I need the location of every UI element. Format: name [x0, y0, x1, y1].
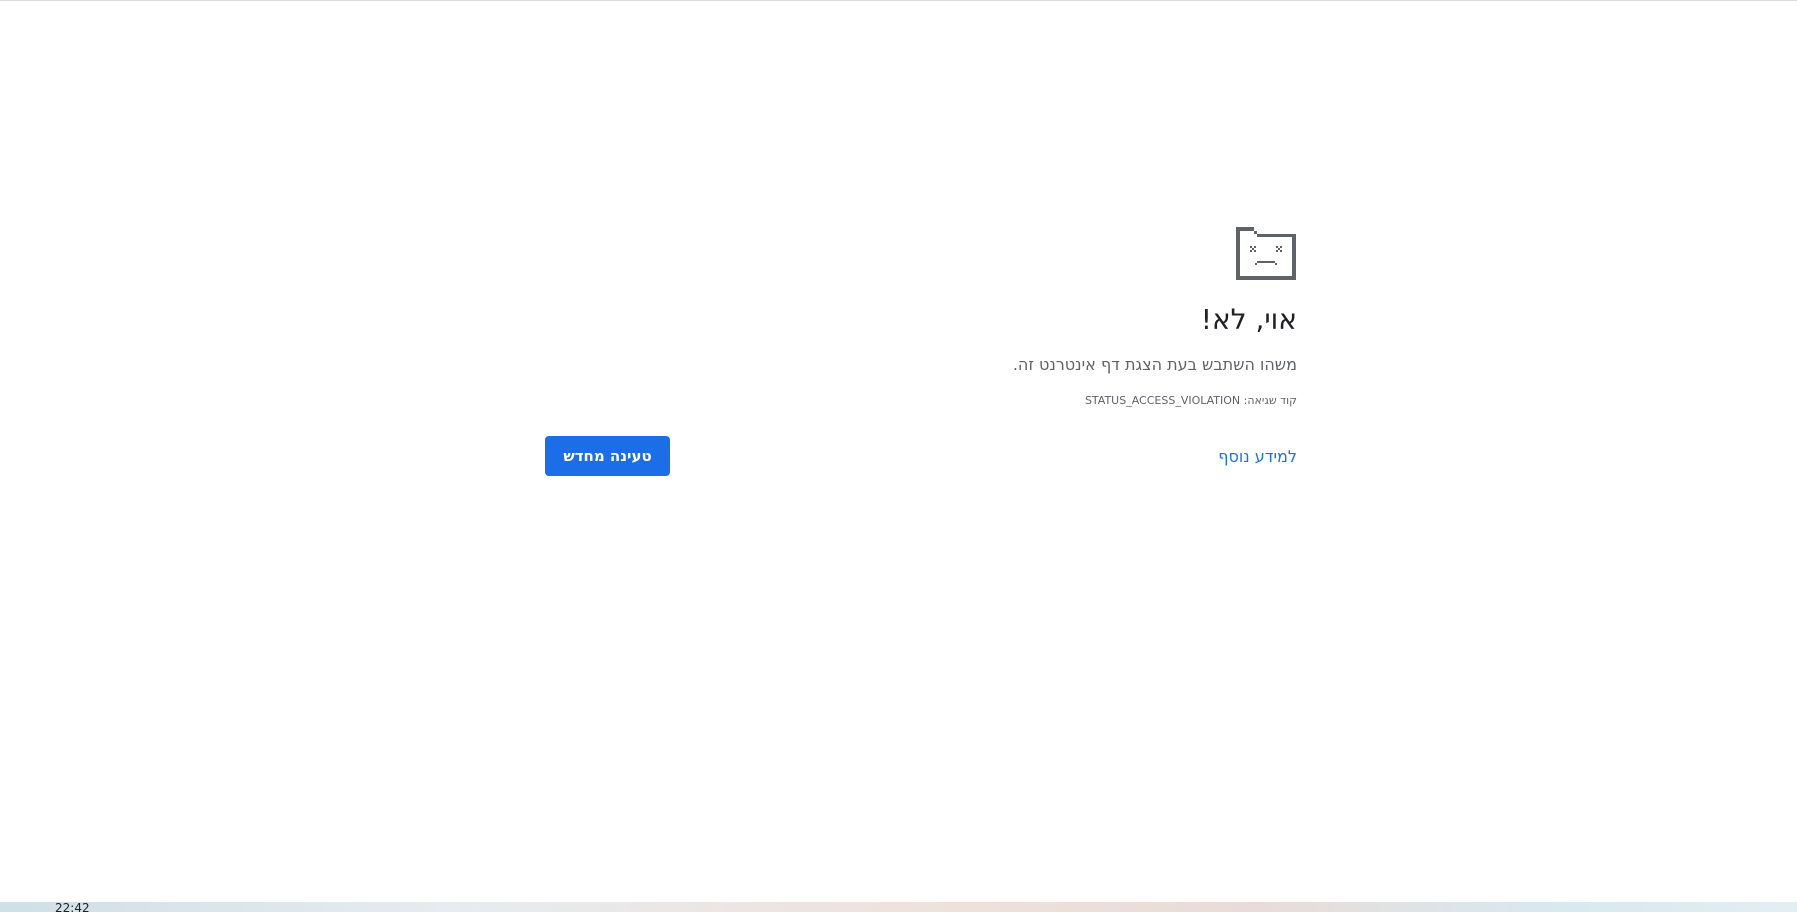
browser-viewport: אוי, לא! משהו השתבש בעת הצגת דף אינטרנט …	[0, 0, 1797, 912]
learn-more-link[interactable]: למידע נוסף	[1218, 445, 1297, 469]
taskbar-clock[interactable]: 22:42	[55, 902, 90, 912]
reload-button[interactable]: טעינה מחדש	[545, 436, 670, 476]
taskbar	[0, 902, 1797, 912]
error-code: קוד שגיאה: STATUS_ACCESS_VIOLATION	[1084, 394, 1297, 407]
page-title: אוי, לא!	[1200, 303, 1297, 336]
sad-tab-icon	[1236, 227, 1296, 280]
crash-error-card: אוי, לא! משהו השתבש בעת הצגת דף אינטרנט …	[545, 226, 1297, 486]
top-border	[0, 0, 1797, 1]
error-message: משהו השתבש בעת הצגת דף אינטרנט זה.	[1012, 355, 1297, 374]
